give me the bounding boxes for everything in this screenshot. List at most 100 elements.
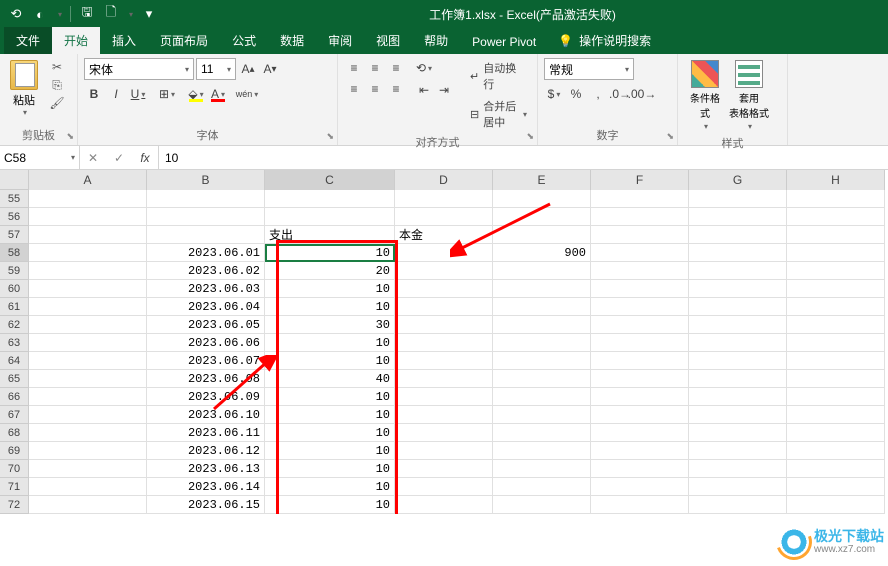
row-header[interactable]: 64	[0, 352, 29, 370]
cell[interactable]: 900	[493, 244, 591, 262]
copy-icon[interactable]: ⎘	[48, 78, 66, 92]
cell[interactable]	[787, 208, 885, 226]
cell[interactable]	[787, 496, 885, 514]
spreadsheet-grid[interactable]: A B C D E F G H 555657585960616263646566…	[0, 170, 888, 514]
cell[interactable]	[29, 244, 147, 262]
cell[interactable]: 10	[265, 496, 395, 514]
cell[interactable]: 2023.06.02	[147, 262, 265, 280]
cell[interactable]	[395, 460, 493, 478]
percent-button[interactable]: %	[566, 84, 586, 104]
row-header[interactable]: 63	[0, 334, 29, 352]
cell[interactable]	[395, 280, 493, 298]
cell[interactable]	[591, 280, 689, 298]
cell[interactable]	[689, 478, 787, 496]
cell[interactable]: 40	[265, 370, 395, 388]
cell[interactable]: 2023.06.09	[147, 388, 265, 406]
cell[interactable]	[395, 298, 493, 316]
cell[interactable]: 2023.06.07	[147, 352, 265, 370]
cell[interactable]	[29, 370, 147, 388]
row-header[interactable]: 66	[0, 388, 29, 406]
borders-button[interactable]: ⊞▾	[157, 84, 177, 104]
cell[interactable]	[29, 496, 147, 514]
formula-input[interactable]: 10	[159, 151, 888, 165]
cell[interactable]	[591, 406, 689, 424]
cell[interactable]	[689, 352, 787, 370]
col-header-g[interactable]: G	[689, 170, 787, 190]
menu-data[interactable]: 数据	[268, 27, 316, 54]
cell[interactable]: 2023.06.15	[147, 496, 265, 514]
orientation-icon[interactable]: ⟲▾	[414, 58, 434, 78]
cell[interactable]	[689, 442, 787, 460]
row-header[interactable]: 61	[0, 298, 29, 316]
cell[interactable]	[591, 388, 689, 406]
row-header[interactable]: 58	[0, 244, 29, 262]
cell[interactable]	[689, 460, 787, 478]
col-header-b[interactable]: B	[147, 170, 265, 190]
conditional-format-button[interactable]: 条件格式▾	[684, 58, 726, 133]
cell[interactable]	[493, 370, 591, 388]
clipboard-expand-icon[interactable]: ⬊	[66, 131, 74, 142]
cell[interactable]	[29, 280, 147, 298]
cell[interactable]	[493, 334, 591, 352]
cell[interactable]	[689, 496, 787, 514]
font-name-combo[interactable]: 宋体▾	[84, 58, 194, 80]
cell[interactable]	[591, 496, 689, 514]
align-left-icon[interactable]: ≡	[344, 79, 364, 99]
align-top-icon[interactable]: ≡	[344, 58, 364, 78]
cell[interactable]: 2023.06.01	[147, 244, 265, 262]
cell[interactable]	[395, 316, 493, 334]
save-icon[interactable]: 🖫	[79, 6, 95, 22]
col-header-a[interactable]: A	[29, 170, 147, 190]
cell[interactable]	[493, 460, 591, 478]
paste-button[interactable]: 粘贴 ▾	[6, 58, 42, 125]
font-expand-icon[interactable]: ⬊	[326, 131, 334, 142]
cell[interactable]	[493, 316, 591, 334]
underline-button[interactable]: U▾	[128, 84, 148, 104]
cell[interactable]	[787, 478, 885, 496]
cell[interactable]: 2023.06.12	[147, 442, 265, 460]
number-format-combo[interactable]: 常规▾	[544, 58, 634, 80]
currency-button[interactable]: $▾	[544, 84, 564, 104]
cell[interactable]	[29, 424, 147, 442]
italic-button[interactable]: I	[106, 84, 126, 104]
cell[interactable]	[395, 244, 493, 262]
cell[interactable]	[493, 298, 591, 316]
cell[interactable]: 2023.06.11	[147, 424, 265, 442]
name-box[interactable]: C58▾	[0, 146, 80, 169]
cell[interactable]	[689, 190, 787, 208]
cell[interactable]	[395, 424, 493, 442]
cell[interactable]: 2023.06.10	[147, 406, 265, 424]
cell[interactable]	[591, 262, 689, 280]
confirm-icon[interactable]: ✓	[106, 146, 132, 169]
toggle-icon[interactable]: ◐	[32, 6, 48, 22]
row-header[interactable]: 71	[0, 478, 29, 496]
merge-center-button[interactable]: ⊟合并后居中▾	[466, 96, 531, 132]
cell[interactable]: 支出	[265, 226, 395, 244]
cell[interactable]	[689, 316, 787, 334]
cell[interactable]	[29, 298, 147, 316]
cell[interactable]: 10	[265, 388, 395, 406]
cell[interactable]	[493, 478, 591, 496]
cell[interactable]	[395, 334, 493, 352]
cell[interactable]	[689, 208, 787, 226]
bold-button[interactable]: B	[84, 84, 104, 104]
cell[interactable]	[787, 424, 885, 442]
cell[interactable]	[493, 388, 591, 406]
cell[interactable]	[493, 496, 591, 514]
cell[interactable]	[29, 208, 147, 226]
cell[interactable]	[395, 406, 493, 424]
number-expand-icon[interactable]: ⬊	[666, 131, 674, 142]
cell[interactable]	[493, 406, 591, 424]
cell[interactable]	[591, 316, 689, 334]
col-header-d[interactable]: D	[395, 170, 493, 190]
cancel-icon[interactable]: ✕	[80, 146, 106, 169]
menu-review[interactable]: 审阅	[316, 27, 364, 54]
cell[interactable]	[493, 226, 591, 244]
cell[interactable]: 2023.06.14	[147, 478, 265, 496]
cut-icon[interactable]: ✂	[48, 60, 66, 74]
cell[interactable]	[147, 226, 265, 244]
cell[interactable]	[493, 190, 591, 208]
preview-icon[interactable]: 🗋	[103, 6, 119, 22]
row-header[interactable]: 65	[0, 370, 29, 388]
cell[interactable]	[787, 334, 885, 352]
